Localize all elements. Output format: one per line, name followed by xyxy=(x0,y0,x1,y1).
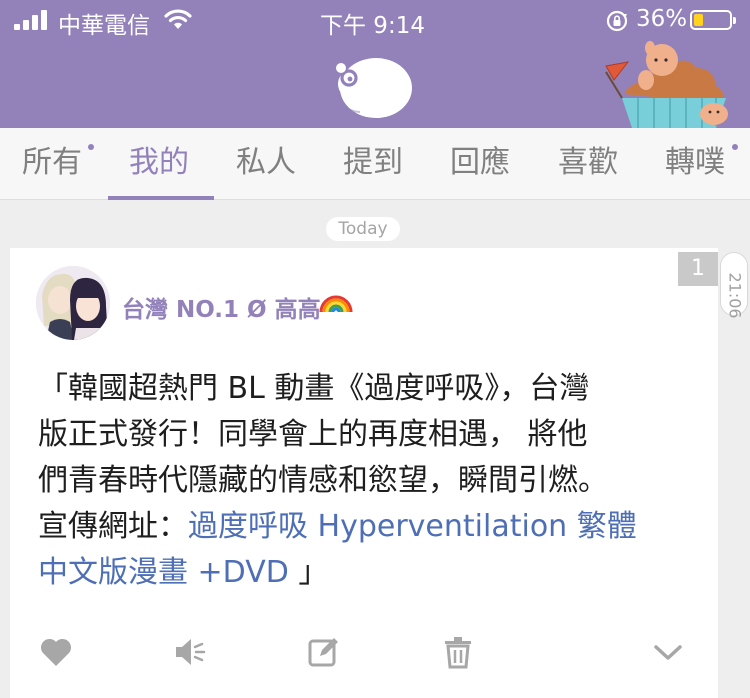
tab-replurks[interactable]: 轉噗 xyxy=(645,128,745,199)
heart-icon[interactable] xyxy=(38,634,74,670)
cupcake-mascot-icon xyxy=(605,41,728,128)
clock: 下午 9:14 xyxy=(320,13,425,39)
status-bar: 中華電信 下午 9:14 36% xyxy=(0,0,750,40)
response-count-badge[interactable]: 1 xyxy=(678,252,718,286)
trash-icon[interactable] xyxy=(440,634,476,670)
tab-likes[interactable]: 喜歡 xyxy=(538,128,638,199)
post-text-prefix: 宣傳網址： xyxy=(38,509,188,544)
tab-responses[interactable]: 回應 xyxy=(430,128,530,199)
rainbow-emoji-icon xyxy=(319,295,353,313)
post-text-suffix: 」 xyxy=(288,555,329,590)
post-text-line: 版正式發行！同學會上的再度相遇， 將他 xyxy=(38,417,588,452)
chevron-down-icon[interactable] xyxy=(650,634,686,670)
post-timestamp: 21:06 xyxy=(720,252,748,319)
tab-replurks-unread-dot xyxy=(732,144,738,150)
tab-all-unread-dot xyxy=(88,144,94,150)
plurk-logo-icon[interactable] xyxy=(330,50,414,120)
tab-all[interactable]: 所有 xyxy=(2,128,102,199)
tab-mentions[interactable]: 提到 xyxy=(323,128,423,199)
battery-percent: 36% xyxy=(636,6,688,32)
post-text-line: 中文版漫畫 +DVD 」 xyxy=(38,550,688,596)
avatar-image xyxy=(36,266,110,340)
rotation-lock-icon xyxy=(606,10,628,32)
active-tab-indicator xyxy=(108,196,214,200)
app-header: 中華電信 下午 9:14 36% xyxy=(0,0,750,128)
tab-private[interactable]: 私人 xyxy=(216,128,316,199)
date-separator: Today xyxy=(326,217,400,241)
post-content: 「韓國超熱門 BL 動畫《過度呼吸》，台灣 版正式發行！同學會上的再度相遇， 將… xyxy=(38,366,688,596)
post-text-line: 「韓國超熱門 BL 動畫《過度呼吸》，台灣 xyxy=(38,371,590,406)
wifi-icon xyxy=(164,9,192,29)
edit-icon[interactable] xyxy=(306,634,342,670)
post-text-line: 們青春時代隱藏的情感和慾望，瞬間引燃。 xyxy=(38,463,608,498)
username[interactable]: 台灣 NO.1 Ø 高高 xyxy=(122,290,321,324)
promo-link-continued[interactable]: 中文版漫畫 +DVD xyxy=(38,555,289,590)
tab-mine[interactable]: 我的 xyxy=(109,128,209,199)
carrier-name: 中華電信 xyxy=(58,13,150,39)
post-text-line: 宣傳網址：過度呼吸 Hyperventilation 繁體 xyxy=(38,504,688,550)
filter-tabs: 所有 我的 私人 提到 回應 喜歡 轉噗 xyxy=(0,128,750,200)
avatar[interactable] xyxy=(36,266,110,340)
mute-icon[interactable] xyxy=(172,634,208,670)
promo-link[interactable]: 過度呼吸 Hyperventilation 繁體 xyxy=(188,509,637,544)
battery-level xyxy=(694,14,703,26)
post-time: 21:06 xyxy=(725,272,745,319)
battery-icon xyxy=(690,10,736,30)
signal-icon xyxy=(14,10,50,30)
